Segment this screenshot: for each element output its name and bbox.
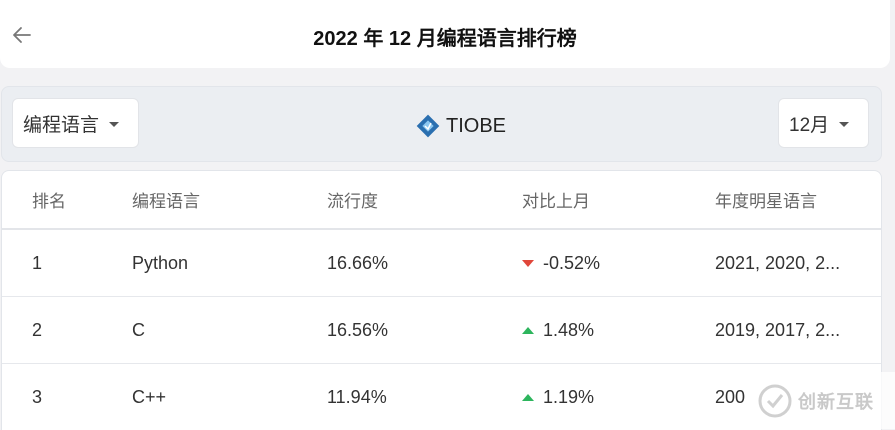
change-cell: 1.19% xyxy=(522,364,594,430)
change-value: 1.48% xyxy=(543,319,595,340)
stars-value: 2021, 2020, 2... xyxy=(715,252,841,273)
trend-down-icon xyxy=(522,259,534,267)
watermark-logo-icon xyxy=(758,384,792,417)
month-select-label: 12月 xyxy=(789,114,830,136)
chevron-down-icon xyxy=(839,121,850,127)
language-select-label: 编程语言 xyxy=(23,114,100,136)
language-select[interactable]: 编程语言 xyxy=(12,98,139,148)
stars-value: 200 xyxy=(715,386,746,407)
page-title: 2022 年 12 月编程语言排行榜 xyxy=(313,28,577,50)
chevron-down-icon xyxy=(109,121,120,127)
column-header-rank[interactable]: 排名 xyxy=(32,171,66,228)
brand-name: TIOBE xyxy=(446,114,507,137)
table-header-row: 排名 编程语言 流行度 对比上月 年度明星语言 xyxy=(2,171,881,230)
column-header-language[interactable]: 编程语言 xyxy=(132,171,200,228)
change-cell: -0.52% xyxy=(522,230,600,296)
rank-cell: 1 xyxy=(32,252,43,273)
rank-cell: 3 xyxy=(32,386,43,407)
header-bar: 2022 年 12 月编程语言排行榜 xyxy=(0,0,890,68)
tiobe-logo-icon xyxy=(416,114,440,138)
column-header-change[interactable]: 对比上月 xyxy=(522,171,590,228)
stars-cell: 2019, 2017, 2... xyxy=(715,297,840,363)
column-header-popularity[interactable]: 流行度 xyxy=(327,171,378,228)
table-row[interactable]: 2 C 16.56% 1.48% 2019, 2017, 2... xyxy=(2,297,881,364)
trend-up-icon xyxy=(522,326,534,334)
column-header-stars[interactable]: 年度明星语言 xyxy=(715,171,817,228)
watermark-text: 创新互联 xyxy=(798,391,874,412)
popularity-cell: 16.66% xyxy=(327,252,389,273)
language-cell: C xyxy=(132,319,145,340)
change-value: -0.52% xyxy=(543,252,601,273)
table-row[interactable]: 1 Python 16.66% -0.52% 2021, 2020, 2... xyxy=(2,230,881,297)
stars-cell: 2021, 2020, 2... xyxy=(715,230,840,296)
language-cell: C++ xyxy=(132,386,167,407)
change-cell: 1.48% xyxy=(522,297,594,363)
filter-bar: 编程语言 TIOBE 12月 xyxy=(1,86,882,162)
popularity-cell: 11.94% xyxy=(327,386,387,407)
stars-cell: 200 xyxy=(715,364,745,430)
change-value: 1.19% xyxy=(543,386,595,407)
trend-up-icon xyxy=(522,393,534,401)
language-cell: Python xyxy=(132,252,189,273)
tiobe-brand: TIOBE xyxy=(416,114,506,138)
watermark: 创新互联 xyxy=(748,372,895,429)
stars-value: 2019, 2017, 2... xyxy=(715,319,841,340)
popularity-cell: 16.56% xyxy=(327,319,389,340)
rank-cell: 2 xyxy=(32,319,43,340)
month-select[interactable]: 12月 xyxy=(778,98,869,148)
